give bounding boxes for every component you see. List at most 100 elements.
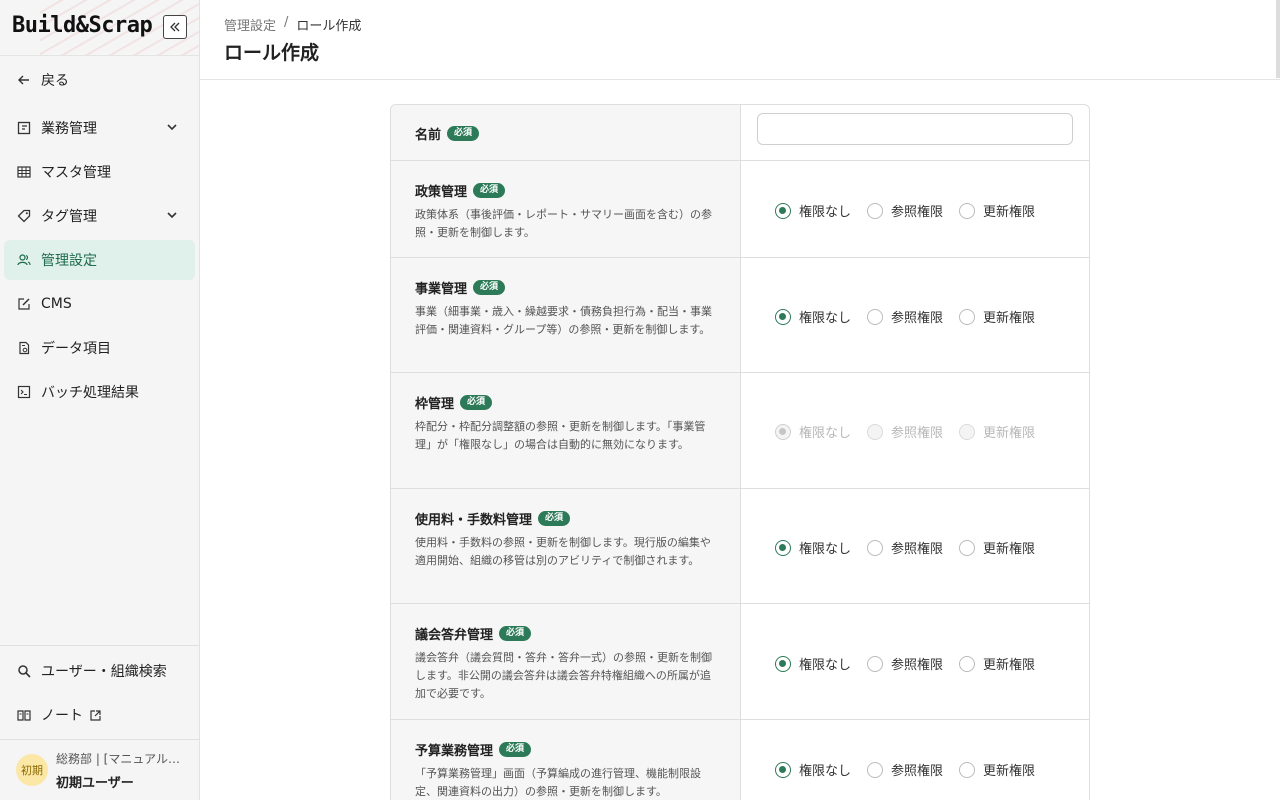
sidebar: Build&Scrap 戻る 業務管理 マスタ管理 タグ管理 管理設定 CMS … — [0, 0, 200, 800]
radio-button[interactable] — [775, 539, 791, 556]
field-description: 事業（細事業・歳入・繰越要求・債務負担行為・配当・事業評価・関連資料・グループ等… — [415, 305, 712, 336]
label-cell: 名前 必須 — [391, 105, 741, 160]
field-title: 議会答弁管理 必須 — [415, 624, 716, 643]
radio-none[interactable]: 権限なし — [775, 654, 851, 673]
radio-update[interactable]: 更新権限 — [959, 201, 1035, 220]
radio-update[interactable]: 更新権限 — [959, 307, 1035, 326]
sidebar-item-label: データ項目 — [41, 341, 111, 357]
form-row-frame: 枠管理 必須 枠配分・枠配分調整額の参照・更新を制御します。「事業管理」が「権限… — [391, 373, 1089, 489]
radio-update[interactable]: 更新権限 — [959, 538, 1035, 557]
board-icon — [16, 120, 32, 136]
sidebar-item-batch-results[interactable]: バッチ処理結果 — [4, 372, 195, 412]
arrow-left-icon — [16, 72, 32, 88]
radio-update[interactable]: 更新権限 — [959, 654, 1035, 673]
search-icon — [16, 663, 32, 679]
page-header: 管理設定 / ロール作成 ロール作成 — [200, 0, 1280, 80]
radio-button[interactable] — [959, 655, 976, 672]
document-icon — [16, 340, 32, 356]
permission-radio-group-disabled: 権限なし 参照権限 更新権限 — [775, 422, 1051, 441]
required-badge: 必須 — [499, 742, 532, 757]
radio-button[interactable] — [867, 308, 884, 325]
sidebar-item-admin-settings[interactable]: 管理設定 — [4, 240, 195, 280]
user-name: 初期ユーザー — [56, 776, 134, 791]
radio-none[interactable]: 権限なし — [775, 201, 851, 220]
sidebar-item-label: CMS — [41, 296, 72, 312]
terminal-icon — [16, 384, 32, 400]
required-badge: 必須 — [473, 183, 506, 198]
sidebar-item-cms[interactable]: CMS — [4, 284, 195, 324]
breadcrumb: 管理設定 / ロール作成 — [224, 15, 361, 34]
radio-button[interactable] — [959, 202, 976, 219]
permission-radio-group: 権限なし 参照権限 更新権限 — [775, 760, 1051, 779]
radio-update: 更新権限 — [959, 422, 1035, 441]
field-description: 政策体系（事後評価・レポート・サマリー画面を含む）の参照・更新を制御します。 — [415, 208, 712, 239]
breadcrumb-separator: / — [284, 15, 289, 30]
radio-button[interactable] — [867, 761, 884, 778]
radio-button — [867, 423, 884, 440]
user-department: 総務部 | [マニュアル… — [56, 752, 180, 766]
radio-button[interactable] — [775, 761, 791, 778]
role-name-input[interactable] — [757, 113, 1073, 145]
radio-read[interactable]: 参照権限 — [867, 654, 943, 673]
radio-button[interactable] — [959, 308, 976, 325]
external-link-icon — [90, 709, 101, 721]
field-title: 枠管理 必須 — [415, 393, 716, 412]
radio-read[interactable]: 参照権限 — [867, 201, 943, 220]
radio-button — [775, 423, 791, 440]
sidebar-item-data-fields[interactable]: データ項目 — [4, 328, 195, 368]
collapse-sidebar-button[interactable] — [163, 15, 187, 39]
chevron-down-icon — [167, 212, 177, 219]
radio-none[interactable]: 権限なし — [775, 760, 851, 779]
radio-button[interactable] — [959, 539, 976, 556]
radio-button — [959, 423, 976, 440]
back-link[interactable]: 戻る — [4, 60, 195, 100]
radio-button[interactable] — [867, 539, 884, 556]
permission-radio-group: 権限なし 参照権限 更新権限 — [775, 307, 1051, 326]
radio-button[interactable] — [775, 655, 791, 672]
label-cell: 使用料・手数料管理 必須 使用料・手数料の参照・更新を制御します。現行版の編集や… — [391, 489, 741, 603]
label-cell: 政策管理 必須 政策体系（事後評価・レポート・サマリー画面を含む）の参照・更新を… — [391, 161, 741, 257]
sidebar-item-label: マスタ管理 — [41, 165, 111, 181]
field-title: 予算業務管理 必須 — [415, 740, 716, 759]
radio-button[interactable] — [959, 761, 976, 778]
radio-read[interactable]: 参照権限 — [867, 307, 943, 326]
label-cell: 議会答弁管理 必須 議会答弁（議会質問・答弁・答弁一式）の参照・更新を制御します… — [391, 604, 741, 719]
radio-none[interactable]: 権限なし — [775, 538, 851, 557]
form-row-business: 事業管理 必須 事業（細事業・歳入・繰越要求・債務負担行為・配当・事業評価・関連… — [391, 258, 1089, 373]
permission-radio-group: 権限なし 参照権限 更新権限 — [775, 538, 1051, 557]
sidebar-item-notes[interactable]: ノート — [4, 695, 195, 735]
app-logo[interactable]: Build&Scrap — [12, 13, 153, 38]
field-title: 事業管理 必須 — [415, 278, 716, 297]
required-badge: 必須 — [473, 280, 506, 295]
radio-button[interactable] — [867, 655, 884, 672]
breadcrumb-link-admin-settings[interactable]: 管理設定 — [224, 15, 276, 34]
avatar: 初期 — [16, 754, 48, 786]
field-title: 使用料・手数料管理 必須 — [415, 509, 716, 528]
field-description: 「予算業務管理」画面（予算編成の進行管理、機能制限設定、関連資料の出力）の参照・… — [415, 767, 701, 798]
page-title: ロール作成 — [224, 42, 320, 64]
sidebar-item-business[interactable]: 業務管理 — [4, 108, 195, 148]
radio-button[interactable] — [775, 202, 791, 219]
sidebar-item-label: バッチ処理結果 — [41, 385, 139, 401]
sidebar-item-master[interactable]: マスタ管理 — [4, 152, 195, 192]
radio-none[interactable]: 権限なし — [775, 307, 851, 326]
field-description: 枠配分・枠配分調整額の参照・更新を制御します。「事業管理」が「権限なし」の場合は… — [415, 420, 706, 451]
radio-read[interactable]: 参照権限 — [867, 760, 943, 779]
field-description: 議会答弁（議会質問・答弁・答弁一式）の参照・更新を制御します。非公開の議会答弁は… — [415, 651, 712, 700]
radio-button[interactable] — [867, 202, 884, 219]
permission-radio-group: 権限なし 参照権限 更新権限 — [775, 201, 1051, 220]
radio-update[interactable]: 更新権限 — [959, 760, 1035, 779]
brand-area: Build&Scrap — [0, 0, 199, 56]
book-icon — [16, 707, 32, 723]
label-cell: 事業管理 必須 事業（細事業・歳入・繰越要求・債務負担行為・配当・事業評価・関連… — [391, 258, 741, 372]
users-icon — [16, 252, 32, 268]
sidebar-item-tags[interactable]: タグ管理 — [4, 196, 195, 236]
radio-button[interactable] — [775, 308, 791, 325]
scrollbar[interactable] — [1276, 0, 1280, 78]
field-title: 名前 必須 — [415, 124, 716, 143]
radio-read[interactable]: 参照権限 — [867, 538, 943, 557]
user-profile[interactable]: 初期 総務部 | [マニュアル… 初期ユーザー — [0, 740, 199, 800]
double-chevron-left-icon — [170, 22, 180, 32]
sidebar-item-user-search[interactable]: ユーザー・組織検索 — [4, 651, 195, 691]
edit-icon — [16, 296, 32, 312]
